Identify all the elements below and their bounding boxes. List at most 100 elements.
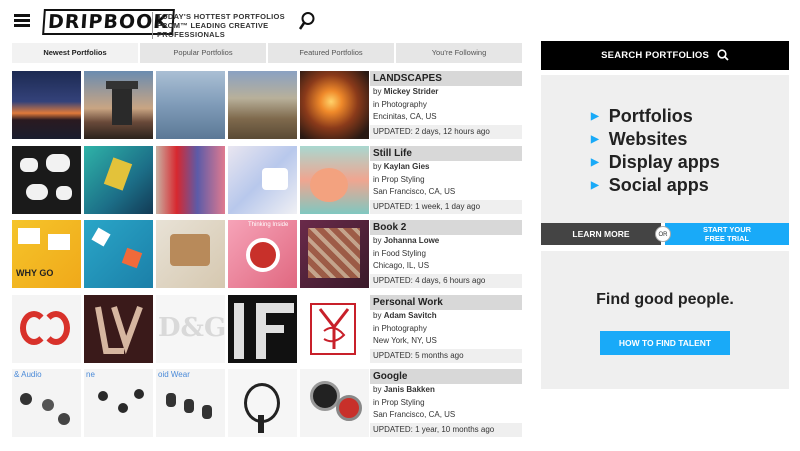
find-talent-button[interactable]: HOW TO FIND TALENT <box>600 331 730 355</box>
portfolio-category: in Prop Styling <box>373 397 425 407</box>
portfolio-author[interactable]: Adam Savitch <box>384 311 437 320</box>
portfolio-author-line: by Kaylan Gies <box>370 161 522 174</box>
search-icon <box>717 49 729 62</box>
portfolio-info: Personal Work by Adam Savitch in Photogr… <box>370 295 522 363</box>
portfolio-thumbnail[interactable] <box>300 71 369 139</box>
by-label: by <box>373 311 382 320</box>
or-divider: OR <box>655 226 671 242</box>
by-label: by <box>373 162 382 171</box>
triangle-right-icon: ▶ <box>591 157 599 168</box>
trial-line-1: START YOUR <box>702 225 752 234</box>
tab-featured[interactable]: Featured Portfolios <box>268 43 394 63</box>
portfolio-updated: UPDATED: 1 year, 10 months ago <box>370 422 522 437</box>
lv-monogram-icon <box>95 305 143 355</box>
feature-item-label: Portfolios <box>608 106 693 126</box>
feature-item: ▶ Websites <box>591 128 720 151</box>
portfolio-title[interactable]: Book 2 <box>370 220 522 235</box>
tagline: TODAY'S HOTTEST PORTFOLIOS FROM™ LEADING… <box>152 12 302 39</box>
portfolio-row: & Audio ne oid Wear Google by Janis Bakk… <box>12 369 524 437</box>
portfolio-info: Google by Janis Bakken in Prop Styling S… <box>370 369 522 437</box>
search-portfolios-button[interactable]: SEARCH PORTFOLIOS <box>541 41 789 70</box>
portfolio-thumbnail[interactable] <box>12 71 81 139</box>
feature-item: ▶ Display apps <box>591 151 720 174</box>
portfolio-info: Book 2 by Johanna Lowe in Food Styling C… <box>370 220 522 288</box>
learn-more-button[interactable]: LEARN MORE <box>541 223 661 245</box>
portfolio-thumbnail[interactable]: Thinking Inside <box>228 220 297 288</box>
portfolio-thumbnail[interactable]: & Audio <box>12 369 81 437</box>
portfolio-thumbnail[interactable] <box>12 295 81 363</box>
triangle-right-icon: ▶ <box>591 134 599 145</box>
portfolio-location: New York, NY, US <box>373 336 437 346</box>
portfolio-category: in Food Styling <box>373 248 426 258</box>
feature-item-label: Display apps <box>608 152 720 172</box>
feature-item: ▶ Portfolios <box>591 105 720 128</box>
portfolio-thumbnail[interactable] <box>84 295 153 363</box>
portfolio-title[interactable]: Personal Work <box>370 295 522 310</box>
portfolio-title[interactable]: Still Life <box>370 146 522 161</box>
feature-item-label: Websites <box>608 129 688 149</box>
portfolio-updated: UPDATED: 5 months ago <box>370 348 522 363</box>
portfolio-thumbnail[interactable] <box>300 369 369 437</box>
thumbnail-caption: ne <box>86 370 95 379</box>
portfolio-tabs: Newest Portfolios Popular Portfolios Fea… <box>12 43 522 63</box>
portfolio-info: Still Life by Kaylan Gies in Prop Stylin… <box>370 146 522 214</box>
portfolio-title[interactable]: LANDSCAPES <box>370 71 522 86</box>
portfolio-thumbnail[interactable]: oid Wear <box>156 369 225 437</box>
portfolio-author-line: by Johanna Lowe <box>370 235 522 248</box>
portfolio-row: WHY GO Thinking Inside Book 2 by Johanna… <box>12 220 524 288</box>
thumbnail-caption: WHY GO <box>16 268 54 278</box>
portfolio-updated: UPDATED: 4 days, 6 hours ago <box>370 273 522 288</box>
portfolio-author-line: by Mickey Strider <box>370 86 522 99</box>
portfolio-thumbnail[interactable]: ne <box>84 369 153 437</box>
menu-icon[interactable] <box>14 14 30 27</box>
tab-newest[interactable]: Newest Portfolios <box>12 43 138 63</box>
portfolio-author[interactable]: Johanna Lowe <box>384 236 440 245</box>
portfolio-row: D&G Personal Work by Adam Savitch in Pho… <box>12 295 524 363</box>
portfolio-location: San Francisco, CA, US <box>373 410 456 420</box>
portfolio-author-line: by Adam Savitch <box>370 310 522 323</box>
portfolio-location: Encinitas, CA, US <box>373 112 437 122</box>
by-label: by <box>373 236 382 245</box>
portfolio-category: in Photography <box>373 99 427 109</box>
portfolio-author[interactable]: Mickey Strider <box>384 87 439 96</box>
search-portfolios-label: SEARCH PORTFOLIOS <box>601 50 710 61</box>
portfolio-thumbnail[interactable] <box>300 220 369 288</box>
start-free-trial-button[interactable]: START YOUR FREE TRIAL <box>665 223 789 245</box>
portfolio-thumbnail[interactable] <box>300 295 369 363</box>
portfolio-thumbnail[interactable] <box>156 146 225 214</box>
portfolio-row: Still Life by Kaylan Gies in Prop Stylin… <box>12 146 524 214</box>
portfolio-thumbnail[interactable]: WHY GO <box>12 220 81 288</box>
tab-popular[interactable]: Popular Portfolios <box>140 43 266 63</box>
portfolio-category: in Prop Styling <box>373 174 425 184</box>
thumbnail-caption: & Audio <box>14 370 42 379</box>
feature-item: ▶ Social apps <box>591 174 720 197</box>
portfolio-thumbnail[interactable]: D&G <box>156 295 225 363</box>
triangle-right-icon: ▶ <box>591 111 599 122</box>
thumbnail-caption: D&G <box>158 313 225 343</box>
feature-item-label: Social apps <box>608 175 709 195</box>
portfolio-thumbnail[interactable] <box>84 146 153 214</box>
portfolio-info: LANDSCAPES by Mickey Strider in Photogra… <box>370 71 522 139</box>
portfolio-thumbnail[interactable] <box>84 220 153 288</box>
portfolio-thumbnail[interactable] <box>156 220 225 288</box>
portfolio-location: Chicago, IL, US <box>373 261 430 271</box>
feature-promo: ▶ Portfolios ▶ Websites ▶ Display apps ▶ Soc… <box>541 75 789 223</box>
portfolio-thumbnail[interactable] <box>228 146 297 214</box>
portfolio-category: in Photography <box>373 323 427 333</box>
portfolio-thumbnail[interactable] <box>156 71 225 139</box>
portfolio-updated: UPDATED: 2 days, 12 hours ago <box>370 124 522 139</box>
portfolio-thumbnail[interactable] <box>228 71 297 139</box>
portfolio-thumbnail[interactable] <box>228 369 297 437</box>
portfolio-author[interactable]: Kaylan Gies <box>384 162 430 171</box>
trial-line-2: FREE TRIAL <box>704 234 750 243</box>
portfolio-thumbnail[interactable] <box>228 295 297 363</box>
portfolio-thumbnail[interactable] <box>84 71 153 139</box>
portfolio-title[interactable]: Google <box>370 369 522 384</box>
search-icon[interactable] <box>298 11 316 31</box>
portfolio-thumbnail[interactable] <box>300 146 369 214</box>
find-talent-panel: Find good people. HOW TO FIND TALENT <box>541 251 789 389</box>
feature-list: ▶ Portfolios ▶ Websites ▶ Display apps ▶ Soc… <box>591 105 720 197</box>
tab-following[interactable]: You're Following <box>396 43 522 63</box>
portfolio-author[interactable]: Janis Bakken <box>384 385 435 394</box>
portfolio-thumbnail[interactable] <box>12 146 81 214</box>
